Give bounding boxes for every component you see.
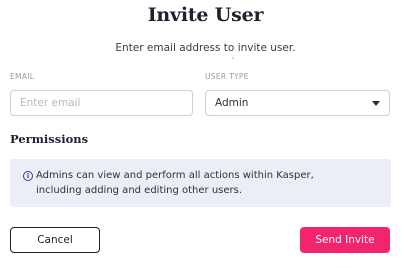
info-text-line-2: including adding and editing other users… — [36, 185, 243, 196]
permissions-info-box: i Admins can view and perform all action… — [10, 159, 391, 207]
email-field[interactable] — [10, 90, 193, 116]
user-type-select[interactable]: Admin — [205, 90, 390, 116]
cancel-button[interactable]: Cancel — [10, 227, 100, 253]
chevron-down-icon — [372, 100, 380, 106]
info-icon: i — [23, 171, 33, 181]
info-text-line-1: Admins can view and perform all actions … — [36, 170, 314, 181]
permissions-info-text: Admins can view and perform all actions … — [36, 168, 376, 198]
user-type-label: USER TYPE — [205, 72, 249, 81]
permissions-heading: Permissions — [10, 132, 89, 146]
dialog-subtitle: Enter email address to invite user. — [115, 42, 296, 54]
email-label: EMAIL — [10, 72, 35, 81]
send-invite-button[interactable]: Send Invite — [300, 227, 390, 253]
dialog-title: Invite User — [147, 4, 264, 26]
cursor-dot — [232, 57, 234, 59]
user-type-value: Admin — [215, 97, 249, 109]
